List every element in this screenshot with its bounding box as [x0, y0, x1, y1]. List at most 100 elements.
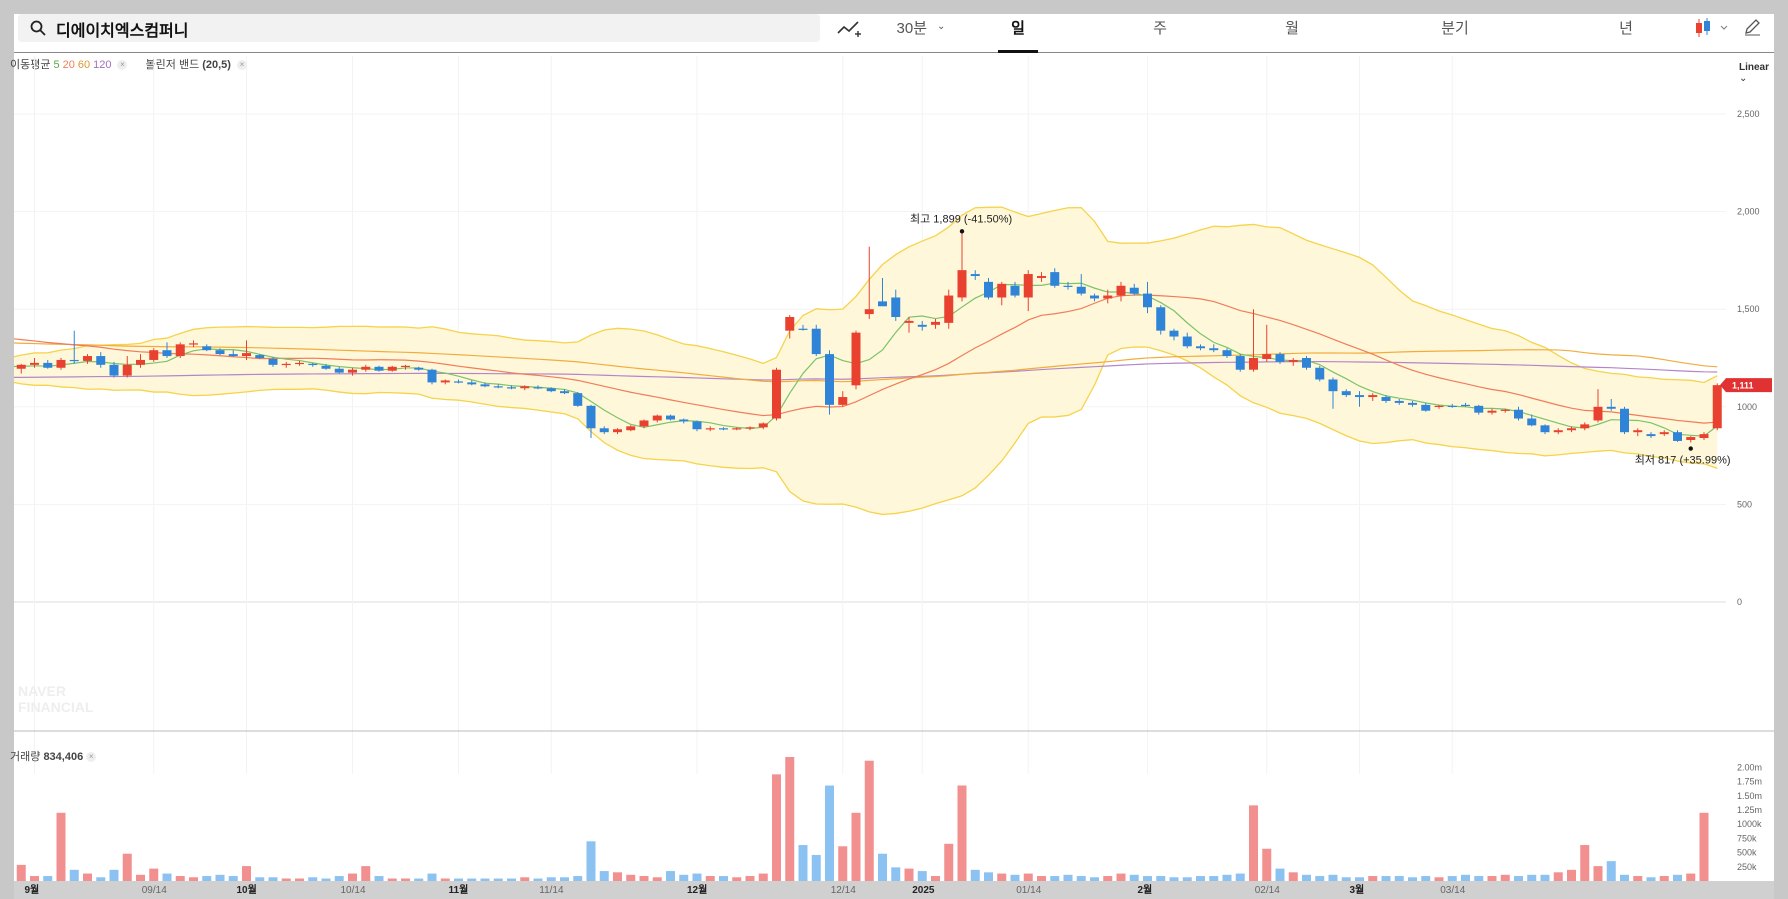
candle-body [1368, 395, 1378, 398]
candle-body [1620, 408, 1629, 433]
volume-bar [1249, 805, 1258, 881]
price-chart[interactable]: 최고 1,899 (-41.50%) 최저 817 (+35.99%) 0 500 10… [14, 14, 1774, 899]
x-tick-label: 9월 [25, 884, 40, 896]
volume-bar [626, 874, 636, 881]
candle-body [1063, 285, 1073, 287]
candle-body [957, 270, 967, 298]
candle-body [533, 387, 543, 389]
volume-bar [1302, 874, 1311, 881]
volume-tick-label: 2.00m [1737, 762, 1762, 772]
volume-value: 834,406 [43, 751, 84, 763]
candle-body [573, 393, 583, 406]
candle-body [1355, 395, 1364, 398]
volume-bar [348, 873, 357, 881]
candle-body [1169, 330, 1179, 337]
volume-bar [268, 877, 278, 881]
volume-bar [189, 877, 198, 881]
candle [573, 392, 583, 407]
candle [1620, 406, 1629, 435]
volume-bar [1169, 877, 1179, 881]
x-tick-label: 10/14 [341, 885, 366, 896]
candle-body [732, 428, 742, 430]
volume-bar [546, 877, 556, 881]
candle-body [878, 301, 887, 307]
candle-body [639, 420, 649, 427]
volume-bar [1673, 874, 1682, 881]
volume-bar [785, 757, 795, 881]
candle-body [1129, 287, 1139, 294]
candle-body [811, 328, 821, 355]
candle-body [1249, 358, 1258, 370]
volume-bar [1063, 874, 1073, 881]
candle-body [904, 320, 914, 323]
candle-body [1222, 350, 1232, 357]
watermark: NAVER [18, 683, 66, 699]
volume-tick-label: 250k [1737, 862, 1757, 872]
volume-bar [864, 760, 874, 881]
volume-bar [374, 876, 384, 881]
candle-body [1686, 437, 1696, 440]
candle-body [1606, 406, 1616, 409]
volume-bar [1341, 877, 1351, 881]
volume-bar [493, 878, 503, 881]
volume-bar [1474, 876, 1484, 881]
candle-body [1103, 295, 1113, 299]
volume-bar [321, 878, 331, 881]
candle-body [507, 387, 516, 389]
volume-bar [295, 878, 304, 881]
volume-bar [1103, 876, 1113, 881]
volume-bar [427, 873, 437, 881]
volume-bar [798, 845, 808, 881]
volume-bar [1567, 869, 1576, 881]
candle-body [1262, 354, 1272, 359]
volume-bar [228, 876, 238, 881]
high-marker [959, 229, 965, 234]
candle-body [122, 364, 132, 376]
volume-bar [1381, 876, 1391, 881]
volume-bar [1514, 876, 1523, 881]
candle-body [1659, 432, 1669, 435]
candle-body [1712, 385, 1722, 429]
candle-body [997, 283, 1007, 298]
candle-body [772, 369, 781, 419]
volume-bar [1143, 876, 1152, 881]
candle-body [1050, 272, 1060, 286]
candle-body [1010, 285, 1020, 296]
volume-bar [758, 873, 768, 881]
candle-body [1394, 400, 1404, 403]
volume-bar [401, 878, 410, 881]
volume-tick-label: 750k [1737, 833, 1757, 843]
candle-body [1023, 274, 1033, 298]
candle-body [758, 423, 768, 428]
candle-body [825, 354, 834, 405]
candle-body [666, 415, 675, 420]
x-tick-label: 03/14 [1440, 885, 1465, 896]
volume-bar [83, 873, 92, 881]
candle-body [1540, 425, 1550, 433]
candle-body [560, 391, 569, 394]
volume-bar [772, 774, 781, 881]
remove-volume-icon[interactable]: × [86, 752, 97, 763]
candle-body [1156, 307, 1166, 331]
volume-bar [745, 876, 755, 881]
volume-bar [944, 843, 954, 881]
volume-bar [1421, 876, 1431, 881]
candle [149, 348, 159, 362]
volume-bar [586, 841, 596, 881]
volume-bar [1328, 874, 1338, 881]
volume-bar [679, 874, 689, 881]
volume-bar [573, 876, 583, 881]
candle-body [692, 421, 702, 430]
candle-body [785, 317, 795, 331]
volume-bar [454, 878, 463, 881]
candle-body [1447, 405, 1457, 408]
candle-body [917, 324, 927, 327]
volume-bar [1686, 873, 1696, 881]
candle-body [798, 328, 808, 330]
candle-body [149, 350, 159, 360]
candle-body [599, 428, 609, 433]
volume-bar [109, 869, 119, 881]
candle-body [1633, 430, 1643, 433]
candle [851, 330, 861, 390]
candle [1156, 305, 1166, 335]
